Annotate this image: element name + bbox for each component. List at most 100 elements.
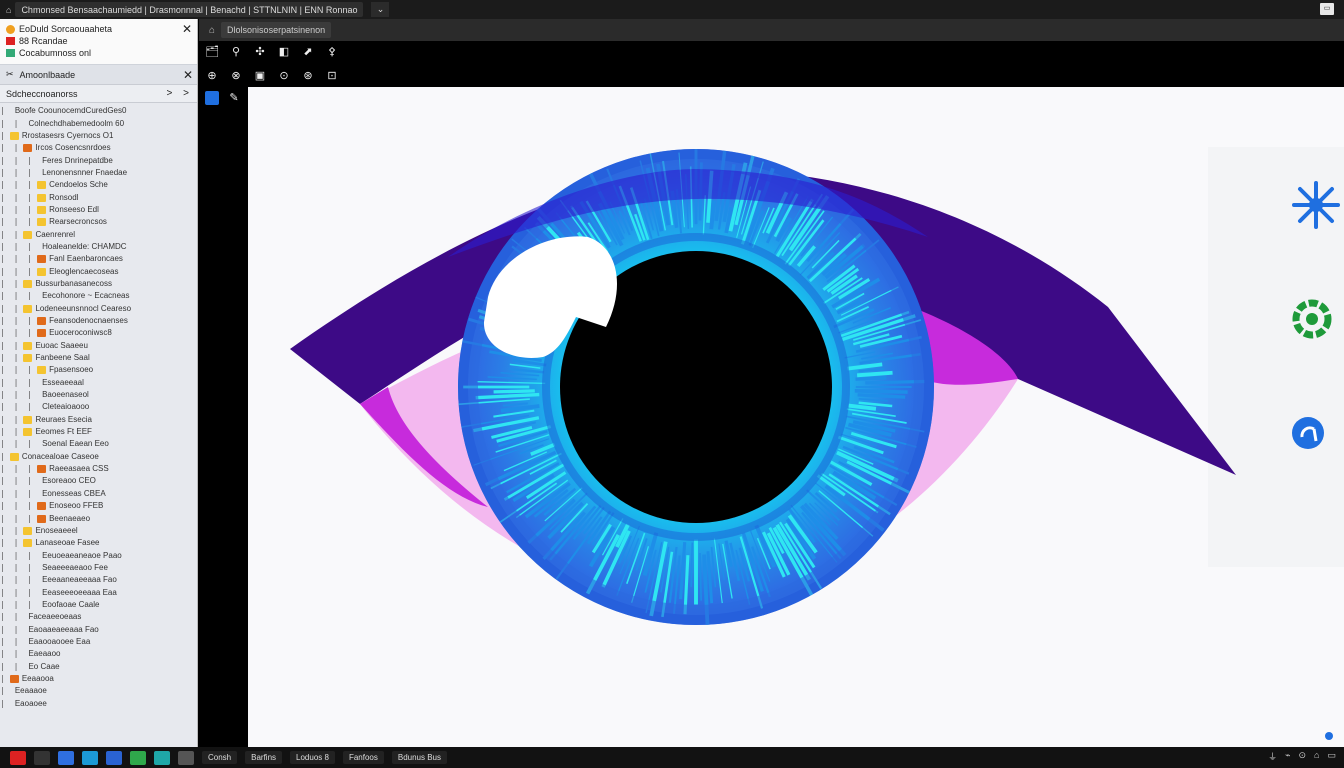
tree-item[interactable]: | | | Fanl Eaenbaroncaes	[0, 253, 197, 265]
tree-item[interactable]: | | Eo Caae	[0, 660, 197, 672]
window-button[interactable]: ▭	[1320, 3, 1334, 15]
tree-item[interactable]: | | | Hoaleanelde: CHAMDC	[0, 241, 197, 253]
mail-icon[interactable]	[106, 750, 122, 765]
taskbar-item[interactable]: Bdunus Bus	[391, 751, 447, 764]
tree-item[interactable]: | | Euoac Saaeeu	[0, 340, 197, 352]
tree-item[interactable]: | | Bussurbanasanecoss	[0, 278, 197, 290]
home-icon[interactable]: ⌂	[1314, 750, 1319, 763]
tree-item[interactable]: | | | Seaeeeaeaoo Fee	[0, 562, 197, 574]
tree-item[interactable]: | | | Eleoglencaecoseas	[0, 265, 197, 277]
home-icon[interactable]: ⌂	[209, 25, 215, 36]
tree-item[interactable]: | | Faceaeeoeaas	[0, 611, 197, 623]
remove-icon[interactable]: ⊗	[229, 69, 243, 83]
tree-guides: | |	[0, 278, 21, 288]
window-icon[interactable]	[178, 750, 194, 765]
tree-item[interactable]: | | | Esseaeeaal	[0, 377, 197, 389]
tree-item[interactable]: | Eeaaooa	[0, 673, 197, 685]
tree-item[interactable]: | | Eaaooaooee Eaa	[0, 636, 197, 648]
volume-icon[interactable]: ⌁	[1285, 750, 1290, 763]
start-icon[interactable]	[10, 750, 26, 765]
user-icon[interactable]: ⚲	[229, 45, 243, 59]
taskbar-item[interactable]: Barfins	[245, 751, 283, 764]
filter-icon[interactable]: ✂	[6, 69, 14, 80]
sidebar-header-line1: EoDuld Sorcaouaaheta	[19, 24, 113, 34]
camera-icon[interactable]: ⊙	[277, 69, 291, 83]
tree-item[interactable]: | | Reuraes Esecia	[0, 414, 197, 426]
tree-item[interactable]: | | Colnechdhabemedoolm 60	[0, 117, 197, 129]
tree-item[interactable]: | | Caenrenrel	[0, 228, 197, 240]
tree-item[interactable]: | | | Euoceroconiwsc8	[0, 327, 197, 339]
tree-item[interactable]: | | | Eecohonore ~ Ecacneas	[0, 290, 197, 302]
tree-item[interactable]: | Eaoaoee	[0, 698, 197, 710]
tree-item[interactable]: | | | Eeuoeaeaneaoe Paao	[0, 549, 197, 561]
toolbar-tab[interactable]: Dlolsonisoserpatsinenon	[221, 22, 332, 38]
browser-icon[interactable]	[58, 750, 74, 765]
tree-item[interactable]: | | | Eeaseeeoeeaaa Eaa	[0, 586, 197, 598]
search-icon[interactable]	[34, 750, 50, 765]
taskbar-item[interactable]: Consh	[202, 751, 238, 764]
tree-item[interactable]: | | | Ronseeso Edl	[0, 204, 197, 216]
notification-icon[interactable]: ▭	[1327, 750, 1336, 763]
tree-item[interactable]: | Eeaaaoe	[0, 685, 197, 697]
tree-item[interactable]: | | | Cendoelos Sche	[0, 179, 197, 191]
add-icon[interactable]: ⊕	[205, 69, 219, 83]
tree-item[interactable]: | | | Feansodenocnaenses	[0, 315, 197, 327]
tree-item[interactable]: | | Ircos Cosencsnrdoes	[0, 142, 197, 154]
tree-item[interactable]: | Rrostasesrs Cyernocs O1	[0, 130, 197, 142]
folder-icon	[37, 329, 47, 338]
tree-item[interactable]: | | | Eoofaoae Caale	[0, 599, 197, 611]
people-icon	[6, 49, 15, 57]
window-tab[interactable]: Chmonsed Bensaachaumiedd | Drasmonnnal |…	[15, 2, 364, 17]
tree-item[interactable]: | | | Feres Dnrinepatdbe	[0, 154, 197, 166]
pin-icon[interactable]: ✣	[253, 45, 267, 59]
clear-filter-icon[interactable]: ✕	[183, 68, 193, 82]
settings-icon[interactable]: ⊛	[301, 69, 315, 83]
tree-item[interactable]: | | Fanbeene Saal	[0, 352, 197, 364]
tree-item[interactable]: | | Lodeneeunsnnocl Ceareso	[0, 303, 197, 315]
sparkle-icon[interactable]	[1288, 177, 1344, 233]
folder-icon[interactable]: 🗂	[205, 45, 219, 59]
chevron-down-icon[interactable]: ⌄	[371, 2, 390, 17]
tree-item[interactable]: | | Eaeaaoo	[0, 648, 197, 660]
layers-icon[interactable]	[205, 91, 219, 105]
edge-icon[interactable]	[82, 750, 98, 765]
tree-item[interactable]: | | | Eonesseas CBEA	[0, 488, 197, 500]
terminal-icon[interactable]	[154, 750, 170, 765]
taskbar-item[interactable]: Fanfoos	[342, 751, 384, 764]
gear-icon[interactable]	[1292, 299, 1332, 339]
refresh-icon[interactable]	[1292, 417, 1324, 449]
network-icon[interactable]: ⏚	[1268, 750, 1277, 763]
photos-icon[interactable]	[130, 750, 146, 765]
tree-item[interactable]: | | | Soenal Eaean Eeo	[0, 438, 197, 450]
tree-item[interactable]: | | | Cleteaioaooo	[0, 401, 197, 413]
tool-icon[interactable]: ⚴	[325, 45, 339, 59]
path-navigation-arrows[interactable]: > >	[167, 88, 193, 99]
tree-item[interactable]: | | | Rearsecroncsos	[0, 216, 197, 228]
tree-item[interactable]: | | | Lenonensnner Fnaedae	[0, 167, 197, 179]
arrow-icon[interactable]: ⬈	[301, 45, 315, 59]
frame-icon[interactable]: ⊡	[325, 69, 339, 83]
grid-icon[interactable]: ▣	[253, 69, 267, 83]
image-canvas[interactable]	[248, 87, 1344, 747]
tree-item[interactable]: | | | Fpasensoeo	[0, 364, 197, 376]
tree-item[interactable]: | | Eaoaaeaeeaaa Fao	[0, 623, 197, 635]
tree-item[interactable]: | | | Ronsodl	[0, 191, 197, 203]
tree-item[interactable]: | | Eeomes Ft EEF	[0, 426, 197, 438]
bookmark-icon[interactable]: ◧	[277, 45, 291, 59]
close-icon[interactable]: ✕	[181, 23, 193, 35]
tree-item[interactable]: | | | Enoseoo FFEB	[0, 500, 197, 512]
tree-item[interactable]: | | | Raeeasaea CSS	[0, 463, 197, 475]
iris-streak	[856, 370, 893, 378]
tree-item[interactable]: | | Lanaseoae Fasee	[0, 537, 197, 549]
tree-item[interactable]: | Conacealoae Caseoe	[0, 451, 197, 463]
tree-guides: | |	[0, 525, 21, 535]
brush-icon[interactable]: ✎	[227, 91, 241, 105]
tree-item[interactable]: | | Enoseaeeel	[0, 525, 197, 537]
tree-item[interactable]: | | | Beenaeaeo	[0, 512, 197, 524]
tree-item[interactable]: | Boofe CoounocemdCuredGes0	[0, 105, 197, 117]
tree-item[interactable]: | | | Esoreaoo CEO	[0, 475, 197, 487]
tree-item[interactable]: | | | Baoeenaseol	[0, 389, 197, 401]
tree-item[interactable]: | | | Eeeaaneaeeaaa Fao	[0, 574, 197, 586]
taskbar-item[interactable]: Loduos 8	[290, 751, 335, 764]
clock-icon[interactable]: ⊙	[1299, 750, 1307, 763]
